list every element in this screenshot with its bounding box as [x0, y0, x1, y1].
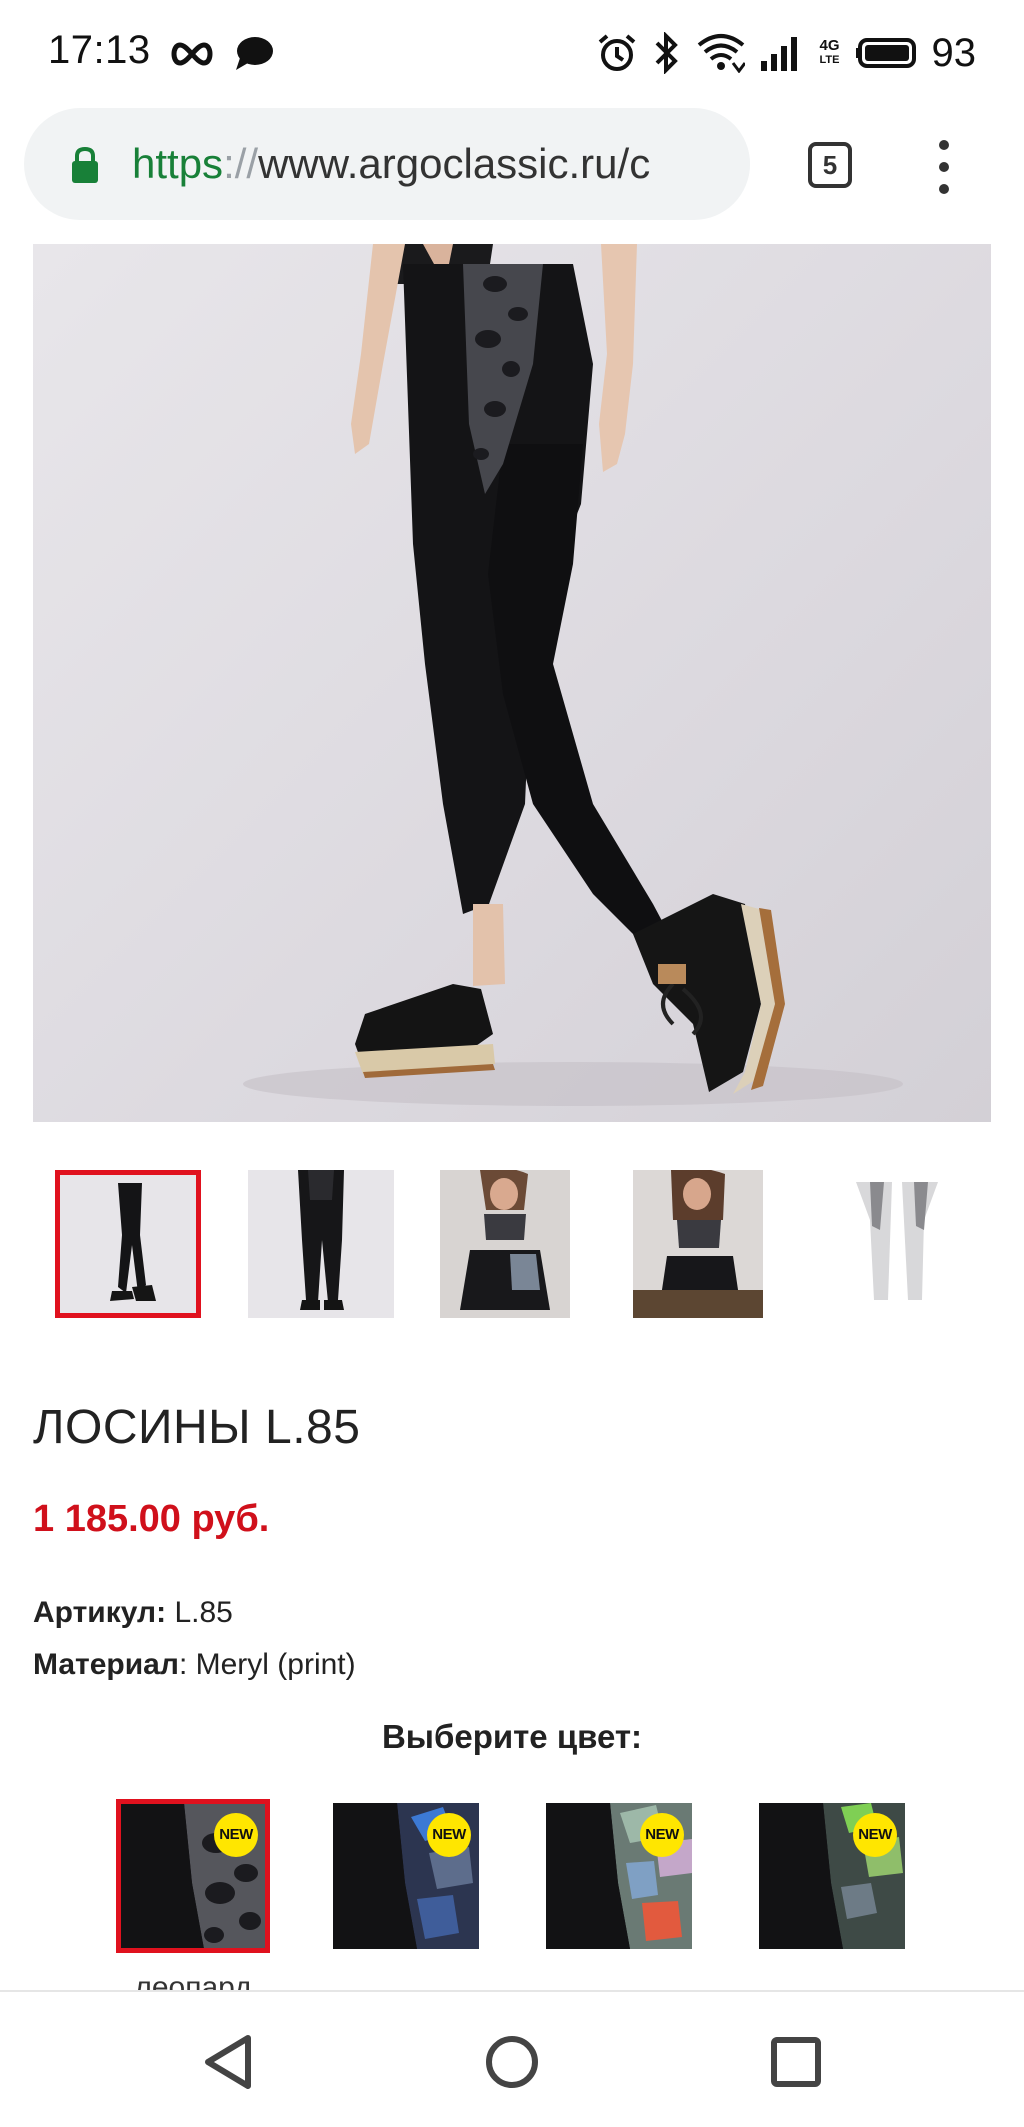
signal-icon	[761, 37, 798, 71]
wifi-icon	[698, 34, 746, 73]
color-swatch-green[interactable]: NEW	[759, 1803, 905, 1949]
browser-toolbar: https://www.argoclassic.ru/c 5	[0, 104, 1024, 244]
color-swatch-leopard[interactable]: NEW	[116, 1799, 270, 1953]
product-price: 1 185.00 руб.	[33, 1498, 270, 1540]
new-badge: NEW	[853, 1813, 897, 1857]
thumbnail-strip	[0, 1170, 1024, 1320]
home-icon[interactable]	[472, 2022, 552, 2102]
color-swatch-multicolor[interactable]: NEW	[546, 1803, 692, 1949]
swatch-label-leopard: леопард	[134, 1971, 252, 1990]
article-value: L.85	[174, 1596, 233, 1629]
tab-switcher-button[interactable]: 5	[808, 142, 852, 188]
chat-bubble-icon	[236, 37, 273, 70]
material-line: Материал: Meryl (print)	[33, 1648, 356, 1682]
product-title: ЛОСИНЫ L.85	[33, 1401, 361, 1454]
battery-percent: 93	[931, 30, 977, 75]
thumbnail-back[interactable]	[248, 1170, 394, 1318]
lock-icon	[72, 146, 98, 183]
url-text[interactable]: https://www.argoclassic.ru/c	[132, 140, 650, 188]
color-swatch-blue[interactable]: NEW	[333, 1803, 479, 1949]
status-bar: 17:13 4G LTE 93	[0, 0, 1024, 104]
infinity-icon	[171, 42, 213, 66]
battery-icon	[855, 38, 916, 68]
article-line: Артикул: L.85	[33, 1596, 233, 1630]
alarm-icon	[599, 34, 636, 71]
menu-icon[interactable]	[930, 140, 958, 194]
network-type-badge: 4G LTE	[819, 37, 840, 66]
product-main-image[interactable]	[33, 244, 991, 1122]
article-label: Артикул:	[33, 1596, 167, 1629]
recents-icon[interactable]	[756, 2022, 836, 2102]
new-badge: NEW	[640, 1813, 684, 1857]
material-label: Материал	[33, 1648, 179, 1681]
material-value: : Meryl (print)	[178, 1648, 356, 1681]
thumbnail-flat[interactable]	[826, 1170, 972, 1318]
thumbnail-model-sitting[interactable]	[440, 1170, 570, 1318]
new-badge: NEW	[214, 1813, 258, 1857]
back-icon[interactable]	[190, 2022, 270, 2102]
thumbnail-front[interactable]	[55, 1170, 201, 1318]
system-nav-bar	[0, 1990, 1024, 2127]
thumbnail-model-pose[interactable]	[633, 1170, 763, 1318]
new-badge: NEW	[427, 1813, 471, 1857]
address-bar[interactable]: https://www.argoclassic.ru/c	[24, 108, 750, 220]
status-time: 17:13	[48, 28, 151, 72]
bluetooth-icon	[656, 32, 679, 74]
color-picker-heading: Выберите цвет:	[381, 1718, 643, 1755]
